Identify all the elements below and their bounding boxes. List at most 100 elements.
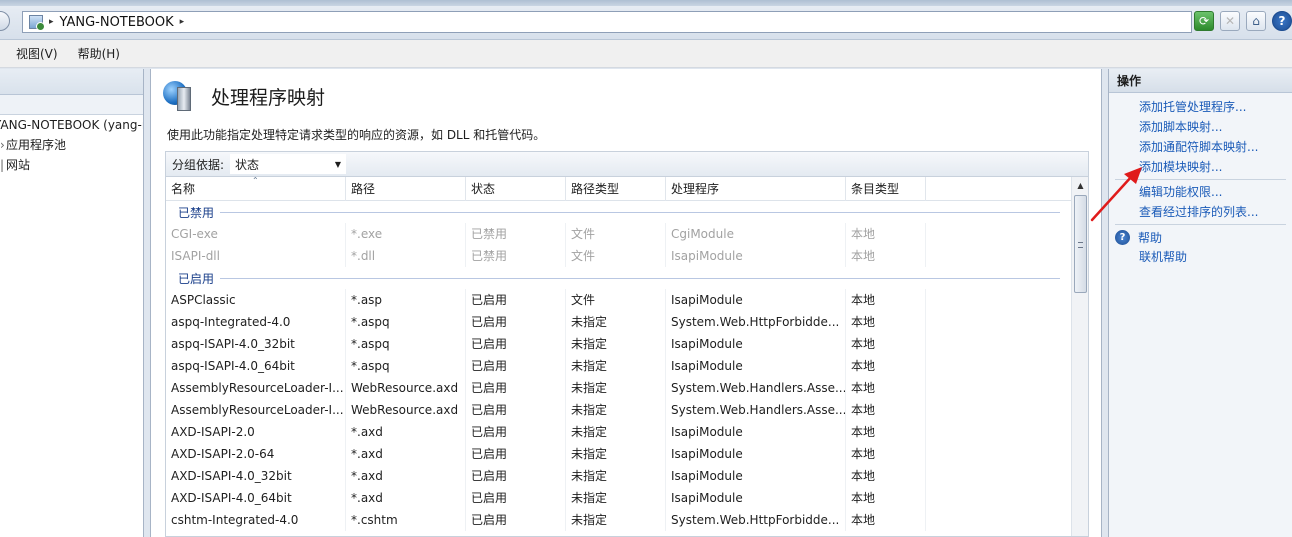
table-cell: 文件 <box>566 245 666 267</box>
connections-toolbar <box>0 95 143 115</box>
table-cell: ASPClassic <box>166 289 346 311</box>
table-cell: 本地 <box>846 355 926 377</box>
group-header-label: 已启用 <box>178 271 215 286</box>
table-row[interactable]: AXD-ISAPI-4.0_64bit *.axd 已启用 未指定 IsapiModul… <box>166 487 1072 509</box>
back-button[interactable] <box>0 11 10 31</box>
menu-view[interactable]: 视图(V) <box>16 45 58 62</box>
annotation-arrow-icon <box>1090 167 1142 222</box>
column-header[interactable]: 路径 <box>346 177 466 201</box>
table-cell: 已启用 <box>466 333 566 355</box>
table-cell: IsapiModule <box>666 487 846 509</box>
table-cell: 已禁用 <box>466 223 566 245</box>
tree-item-server[interactable]: YANG-NOTEBOOK (yang-n <box>0 115 143 135</box>
table-row[interactable]: ISAPI-dll *.dll 已禁用 文件 IsapiModule 本地 <box>166 245 1072 267</box>
table-cell: 本地 <box>846 377 926 399</box>
table-cell: *.axd <box>346 487 466 509</box>
table-cell: AssemblyResourceLoader-I... <box>166 399 346 421</box>
table-cell-filler <box>926 289 1072 311</box>
table-cell: cshtm-Integrated-4.0 <box>166 509 346 531</box>
table-row[interactable]: AXD-ISAPI-2.0-64 *.axd 已启用 未指定 IsapiModule 本地 <box>166 443 1072 465</box>
table-cell: 已启用 <box>466 289 566 311</box>
group-by-select[interactable]: 状态 ▼ <box>230 154 347 174</box>
table-row[interactable]: aspq-ISAPI-4.0_32bit *.aspq 已启用 未指定 IsapiMod… <box>166 333 1072 355</box>
table-cell: 未指定 <box>566 311 666 333</box>
tree-item-app-pools[interactable]: ›应用程序池 <box>0 135 143 155</box>
table-header: 名称 ⌃ 路径 状态 路径类型 处理程序 条目类型 <box>166 177 1072 201</box>
table-cell: 已启用 <box>466 377 566 399</box>
table-cell: 未指定 <box>566 355 666 377</box>
column-header-label: 名称 <box>171 182 196 196</box>
group-header[interactable]: 已禁用 <box>166 201 1072 223</box>
sort-ascending-icon: ⌃ <box>252 177 259 185</box>
table-cell: 已启用 <box>466 443 566 465</box>
connections-pane: YANG-NOTEBOOK (yang-n ›应用程序池 | 网站 <box>0 69 144 537</box>
column-header[interactable]: 状态 <box>466 177 566 201</box>
column-header[interactable]: 路径类型 <box>566 177 666 201</box>
column-header-label: 条目类型 <box>851 182 900 196</box>
table-row[interactable]: aspq-ISAPI-4.0_64bit *.aspq 已启用 未指定 IsapiMod… <box>166 355 1072 377</box>
group-header[interactable]: 已启用 <box>166 267 1072 289</box>
table-cell: System.Web.Handlers.Asse... <box>666 377 846 399</box>
action-help[interactable]: ? 帮助 <box>1109 227 1292 247</box>
table-cell: *.axd <box>346 465 466 487</box>
table-cell: IsapiModule <box>666 333 846 355</box>
table-cell: 本地 <box>846 487 926 509</box>
nav-toolbar: ⟳ ✕ ⌂ ? <box>1194 11 1292 31</box>
table-cell: IsapiModule <box>666 443 846 465</box>
action-add-managed-handler[interactable]: 添加托管处理程序... <box>1109 97 1292 117</box>
table-cell: aspq-Integrated-4.0 <box>166 311 346 333</box>
stop-icon[interactable]: ✕ <box>1220 11 1240 31</box>
home-icon[interactable]: ⌂ <box>1246 11 1266 31</box>
column-header[interactable]: 名称 ⌃ <box>166 177 346 201</box>
table-row[interactable]: cshtm-Integrated-4.0 *.cshtm 已启用 未指定 System.… <box>166 509 1072 531</box>
table-row[interactable]: AssemblyResourceLoader-I... WebResource.a… <box>166 399 1072 421</box>
table-cell-filler <box>926 245 1072 267</box>
table-cell-filler <box>926 355 1072 377</box>
tree-item-sites[interactable]: | 网站 <box>0 155 143 175</box>
actions-header: 操作 <box>1109 69 1292 93</box>
refresh-icon[interactable]: ⟳ <box>1194 11 1214 31</box>
action-online-help[interactable]: 联机帮助 <box>1109 247 1292 267</box>
action-add-wildcard-script-map[interactable]: 添加通配符脚本映射... <box>1109 137 1292 157</box>
table-cell: 未指定 <box>566 377 666 399</box>
table-row[interactable]: AXD-ISAPI-2.0 *.axd 已启用 未指定 IsapiModule 本地 <box>166 421 1072 443</box>
group-header-label: 已禁用 <box>178 205 215 220</box>
help-icon[interactable]: ? <box>1272 11 1292 31</box>
table-cell: 已启用 <box>466 311 566 333</box>
breadcrumb-chevron-icon[interactable]: ▸ <box>49 17 54 27</box>
menu-bar: 视图(V) 帮助(H) <box>0 40 1292 68</box>
page-description: 使用此功能指定处理特定请求类型的响应的资源，如 DLL 和托管代码。 <box>167 128 546 142</box>
chevron-down-icon: ▼ <box>334 159 342 169</box>
table-cell: IsapiModule <box>666 465 846 487</box>
address-bar-area: ▸ YANG-NOTEBOOK ▸ ⟳ ✕ ⌂ ? <box>0 0 1292 40</box>
table-cell: 未指定 <box>566 465 666 487</box>
group-by-value: 状态 <box>235 157 260 172</box>
table-cell: AssemblyResourceLoader-I... <box>166 377 346 399</box>
table-cell: IsapiModule <box>666 245 846 267</box>
column-header-label: 处理程序 <box>671 182 720 196</box>
menu-help[interactable]: 帮助(H) <box>78 45 120 62</box>
table-cell: WebResource.axd <box>346 399 466 421</box>
page-title: 处理程序映射 <box>211 86 326 109</box>
table-cell: aspq-ISAPI-4.0_64bit <box>166 355 346 377</box>
breadcrumb-server[interactable]: YANG-NOTEBOOK <box>60 15 174 30</box>
table-row[interactable]: AssemblyResourceLoader-I... WebResource.a… <box>166 377 1072 399</box>
table-row[interactable]: CGI-exe *.exe 已禁用 文件 CgiModule 本地 <box>166 223 1072 245</box>
table-cell: IsapiModule <box>666 289 846 311</box>
action-add-script-map[interactable]: 添加脚本映射... <box>1109 117 1292 137</box>
table-row[interactable]: ASPClassic *.asp 已启用 文件 IsapiModule 本地 <box>166 289 1072 311</box>
table-cell: *.axd <box>346 421 466 443</box>
table-cell: CGI-exe <box>166 223 346 245</box>
vertical-scrollbar[interactable]: ▲ <box>1071 177 1088 536</box>
address-field[interactable]: ▸ YANG-NOTEBOOK ▸ <box>22 11 1192 33</box>
column-header[interactable]: 处理程序 <box>666 177 846 201</box>
table-cell-filler <box>926 421 1072 443</box>
table-row[interactable]: AXD-ISAPI-4.0_32bit *.axd 已启用 未指定 IsapiModul… <box>166 465 1072 487</box>
column-header[interactable]: 条目类型 <box>846 177 926 201</box>
table-cell: System.Web.HttpForbidde... <box>666 509 846 531</box>
handler-mappings-table: 名称 ⌃ 路径 状态 路径类型 处理程序 条目类型 已禁用 CGI-exe *.exe 已禁用 文件… <box>165 177 1089 537</box>
breadcrumb-chevron-icon[interactable]: ▸ <box>180 17 185 27</box>
table-cell: *.cshtm <box>346 509 466 531</box>
actions-pane: 操作 添加托管处理程序... 添加脚本映射... 添加通配符脚本映射... 添加… <box>1108 69 1292 537</box>
table-row[interactable]: aspq-Integrated-4.0 *.aspq 已启用 未指定 System.We… <box>166 311 1072 333</box>
